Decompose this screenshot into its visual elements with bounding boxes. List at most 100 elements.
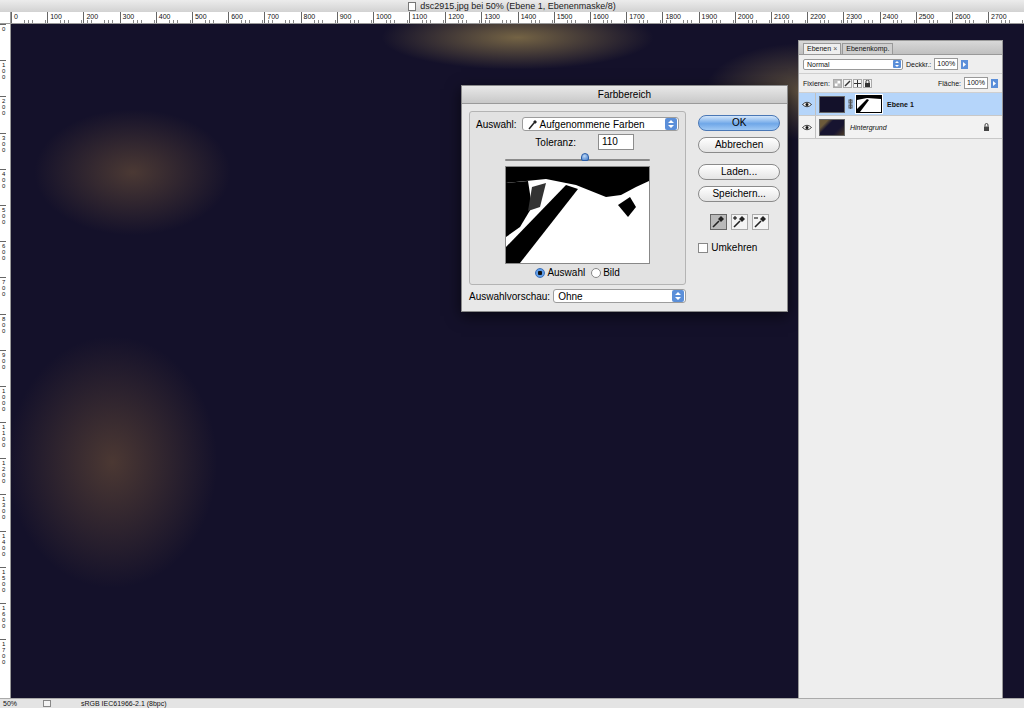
ruler-label: 1300 — [481, 12, 517, 23]
image-canvas[interactable]: Farbbereich Auswahl: Aufgenommene Farben To… — [11, 24, 1024, 698]
document-title-bar: dsc2915.jpg bei 50% (Ebene 1, Ebenenmask… — [0, 0, 1024, 12]
tolerance-slider[interactable] — [505, 153, 650, 163]
fill-label: Fläche: — [938, 80, 961, 87]
ruler-label: 1700 — [626, 12, 662, 23]
ruler-label: 1500 — [554, 12, 590, 23]
view-radio[interactable]: Auswahl — [535, 267, 585, 278]
ruler-label: 1200 — [445, 12, 481, 23]
ruler-label: 1400 — [0, 531, 6, 567]
ruler-label: 1900 — [699, 12, 735, 23]
ruler-label: 2200 — [807, 12, 843, 23]
move-icon — [854, 80, 861, 87]
preview-label: Auswahlvorschau: — [469, 291, 550, 302]
dialog-button[interactable]: Laden... — [698, 164, 780, 180]
status-icon[interactable] — [43, 700, 51, 707]
fill-input[interactable]: 100% — [964, 77, 988, 89]
ruler-label: 2100 — [771, 12, 807, 23]
eyedropper-icon — [732, 215, 746, 229]
panel-tab[interactable]: Ebenen× — [803, 43, 841, 54]
lock-transparency-button[interactable] — [833, 79, 842, 88]
selection-group: Auswahl: Aufgenommene Farben Toleranz: 110 A… — [469, 111, 686, 285]
ruler-label: 2000 — [735, 12, 771, 23]
view-radio[interactable]: Bild — [591, 267, 620, 278]
ruler-label: 1300 — [0, 494, 6, 530]
ruler-label: 500 — [0, 205, 6, 241]
dialog-button[interactable]: OK — [698, 115, 780, 131]
tolerance-input[interactable]: 110 — [598, 134, 634, 150]
ruler-label: 300 — [120, 12, 156, 23]
ruler-label: 200 — [0, 96, 6, 132]
ruler-label: 2500 — [916, 12, 952, 23]
ruler-label: 100 — [47, 12, 83, 23]
ruler-label: 800 — [301, 12, 337, 23]
ruler-label: 1000 — [373, 12, 409, 23]
layer-thumbnail — [819, 119, 845, 136]
photoshop-window: dsc2915.jpg bei 50% (Ebene 1, Ebenenmask… — [0, 0, 1024, 708]
ruler-label: 500 — [192, 12, 228, 23]
checker-icon — [834, 80, 841, 87]
ruler-label: 400 — [0, 169, 6, 205]
ruler-label: 300 — [0, 133, 6, 169]
ruler-label: 200 — [83, 12, 119, 23]
mask-preview-image — [506, 167, 649, 263]
layer-thumbnail — [819, 96, 845, 113]
status-bar: 50% sRGB IEC61966-2.1 (8bpc) — [0, 698, 1024, 708]
tolerance-label: Toleranz: — [535, 137, 576, 148]
arrow-icon[interactable] — [991, 79, 998, 88]
arrow-icon[interactable] — [961, 60, 968, 69]
eye-icon[interactable] — [802, 124, 812, 131]
select-dropdown[interactable]: Aufgenommene Farben — [522, 117, 680, 131]
dialog-button[interactable]: Speichern... — [698, 186, 780, 202]
ruler-label: 100 — [0, 60, 6, 96]
lock-position-button[interactable] — [853, 79, 862, 88]
blend-mode-dropdown[interactable]: Normal — [803, 59, 903, 70]
select-label: Auswahl: — [476, 119, 517, 130]
lock-all-button[interactable] — [863, 79, 872, 88]
ruler-label: 800 — [0, 314, 6, 350]
opacity-label: Deckkr.: — [906, 61, 931, 68]
eye-icon[interactable] — [802, 101, 812, 108]
slider-thumb[interactable] — [581, 153, 589, 161]
eyedropper-button[interactable] — [731, 214, 748, 230]
brush-icon — [844, 80, 851, 87]
invert-checkbox[interactable]: Umkehren — [698, 242, 780, 253]
ruler-label: 1200 — [0, 458, 6, 494]
ruler-label: 0 — [0, 24, 6, 60]
lock-label: Fixieren: — [803, 80, 830, 87]
lock-icon — [864, 80, 871, 87]
preview-dropdown[interactable]: Ohne — [553, 289, 686, 303]
document-icon — [408, 2, 416, 11]
document-title: dsc2915.jpg bei 50% (Ebene 1, Ebenenmask… — [420, 0, 616, 12]
ruler-label: 600 — [228, 12, 264, 23]
lock-icon — [983, 123, 990, 131]
eyedropper-button[interactable] — [710, 214, 727, 230]
ruler-label: 1600 — [590, 12, 626, 23]
ruler-label: 2600 — [952, 12, 988, 23]
top-ruler: 0100200300400500600700800900100011001200… — [0, 12, 1024, 24]
dialog-title-bar[interactable]: Farbbereich — [462, 86, 787, 104]
layers-panel: Ebenen×Ebenenkomp.NormalDeckkr.:100%Fixi… — [798, 40, 1003, 698]
eyedropper-button[interactable] — [752, 214, 769, 230]
ruler-label: 1500 — [0, 567, 6, 603]
layer-row[interactable]: Ebene 1 — [799, 93, 1002, 116]
ruler-label: 1000 — [0, 386, 6, 422]
ruler-label: 900 — [0, 350, 6, 386]
dropdown-arrow-icon — [893, 60, 901, 68]
chain-icon[interactable] — [848, 99, 853, 109]
dialog-button[interactable]: Abbrechen — [698, 137, 780, 153]
eyedropper-icon — [753, 215, 767, 229]
ruler-label: 400 — [156, 12, 192, 23]
ruler-label: 900 — [337, 12, 373, 23]
mask-thumbnail[interactable] — [856, 95, 882, 113]
ruler-label: 700 — [264, 12, 300, 23]
zoom-field[interactable]: 50% — [3, 700, 37, 707]
ruler-label: 1700 — [0, 639, 6, 675]
left-ruler: 0100200300400500600700800900100011001200… — [0, 24, 11, 698]
ruler-label: 2700 — [988, 12, 1024, 23]
opacity-input[interactable]: 100% — [934, 58, 958, 70]
ruler-label: 0 — [11, 12, 47, 23]
layer-row[interactable]: Hintergrund — [799, 116, 1002, 139]
panel-tab[interactable]: Ebenenkomp. — [842, 43, 893, 54]
color-profile: sRGB IEC61966-2.1 (8bpc) — [81, 700, 167, 707]
lock-pixels-button[interactable] — [843, 79, 852, 88]
